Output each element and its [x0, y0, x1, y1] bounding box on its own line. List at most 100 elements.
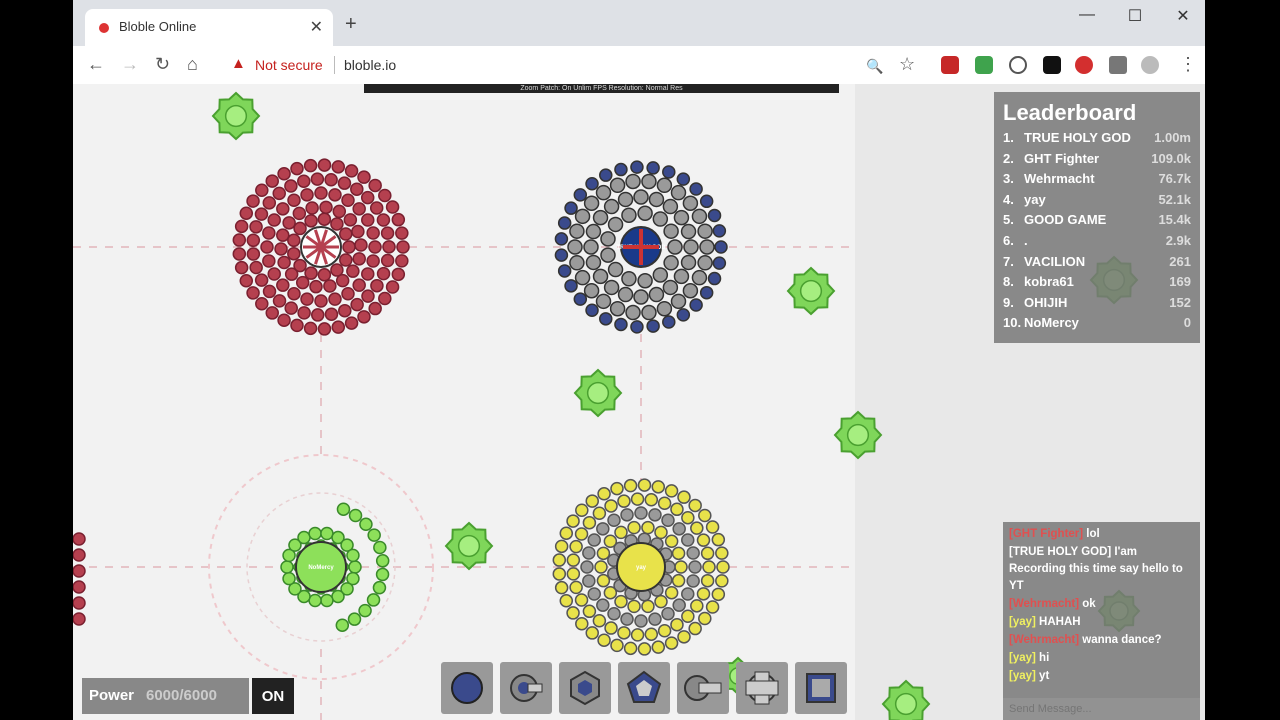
unit [651, 640, 666, 654]
unit [627, 520, 641, 535]
unit [596, 546, 611, 561]
unit [702, 560, 716, 574]
opera-extension-icon[interactable] [1075, 56, 1093, 74]
unit [641, 304, 657, 321]
address-divider [334, 56, 335, 74]
extensions-puzzle-icon[interactable] [1109, 56, 1127, 74]
unit [385, 280, 400, 294]
new-tab-button[interactable]: + [345, 14, 357, 34]
unit [607, 513, 621, 527]
unit [287, 246, 301, 261]
unit-slot-hexagon[interactable] [559, 662, 611, 714]
reload-button[interactable]: ↻ [155, 54, 170, 74]
leaderboard-row: 2. GHT Fighter 109.0k [1003, 151, 1191, 171]
unit [634, 506, 648, 520]
unit [690, 599, 704, 613]
unit [597, 487, 611, 501]
unit [662, 279, 679, 296]
unit [664, 534, 679, 549]
unit [343, 213, 358, 227]
power-label: Power [89, 687, 135, 704]
unit [352, 252, 366, 266]
power-value: 6000/6000 [146, 687, 217, 704]
chat-text: wanna dance? [1079, 634, 1162, 646]
tab-close-icon[interactable]: ✕ [310, 17, 323, 37]
unit [617, 286, 634, 303]
unit [369, 201, 384, 215]
back-button[interactable]: ← [87, 54, 105, 74]
unit [625, 304, 641, 321]
unit [681, 510, 695, 525]
green-extension-icon[interactable] [975, 56, 993, 74]
forward-button[interactable]: → [121, 54, 139, 74]
address-bar[interactable]: ▲ Not secure bloble.io [223, 51, 893, 79]
unit-slot-square[interactable] [795, 662, 847, 714]
unit [599, 168, 613, 182]
chat-input[interactable] [1003, 698, 1200, 720]
unit [378, 188, 392, 203]
unit [277, 167, 291, 181]
unit [641, 599, 655, 614]
unit-slot-turret[interactable] [500, 662, 552, 714]
url-text[interactable]: bloble.io [344, 57, 396, 73]
black-extension-icon[interactable] [1043, 56, 1061, 74]
unit [272, 294, 287, 308]
minimize-button[interactable]: — [1067, 6, 1107, 24]
unit [575, 503, 589, 518]
unit [696, 533, 711, 547]
home-button[interactable]: ⌂ [187, 54, 198, 74]
leaderboard-name: VACILION [1024, 253, 1086, 269]
unit-slot-gun[interactable] [677, 662, 729, 714]
unit [297, 530, 311, 545]
unit [573, 292, 588, 306]
tab-bloble-online[interactable]: Bloble Online ✕ [85, 9, 333, 46]
adblock-extension-icon[interactable] [941, 56, 959, 74]
unit-slot-circle[interactable] [441, 662, 493, 714]
unit [368, 240, 382, 254]
security-label[interactable]: Not secure [255, 57, 323, 73]
unit [324, 307, 339, 321]
chat-sender: [yay] [1009, 616, 1036, 628]
leaderboard-score: 52.1k [1158, 191, 1191, 207]
bloble-favicon-icon [99, 23, 109, 33]
browser-menu-icon[interactable]: ⋮ [1179, 54, 1197, 74]
profile-avatar[interactable] [1141, 56, 1159, 74]
unit [673, 209, 690, 226]
unit [583, 283, 600, 299]
unit [272, 186, 286, 201]
chat-text: yt [1035, 670, 1050, 682]
leaderboard-row: 8. kobra61 169 [1003, 274, 1191, 294]
bookmark-star-icon[interactable]: ☆ [899, 54, 915, 74]
unit [705, 600, 720, 614]
zoom-icon[interactable]: 🔍 [866, 56, 883, 76]
game-canvas[interactable]: GHT Fighter TRUE HOLY GOD NoMercy yay Zoom … [73, 84, 1205, 720]
unit [607, 261, 624, 278]
unit [670, 502, 684, 517]
chat-message: [Wehrmacht] ok [1009, 596, 1197, 613]
unit [686, 574, 700, 588]
leaderboard-name: OHIJIH [1024, 294, 1068, 310]
power-toggle-button[interactable]: ON [252, 678, 294, 714]
maximize-button[interactable]: ☐ [1115, 6, 1155, 26]
unit [262, 196, 277, 210]
unit [662, 315, 676, 329]
leaderboard-name: kobra61 [1024, 274, 1074, 290]
unit-slot-pentagon[interactable] [618, 662, 670, 714]
unit-slot-cross[interactable] [736, 662, 788, 714]
unit [391, 212, 406, 227]
speed-extension-icon[interactable] [1009, 56, 1027, 74]
leaderboard-rank: 2. [1003, 150, 1014, 166]
unit [297, 174, 311, 188]
unit [276, 278, 290, 292]
warning-triangle-icon[interactable]: ▲ [231, 55, 246, 72]
close-window-button[interactable]: ✕ [1163, 6, 1203, 26]
leaderboard-score: 76.7k [1158, 171, 1191, 187]
unit [352, 278, 366, 292]
unit [657, 624, 672, 638]
unit [552, 553, 567, 567]
unit [346, 548, 360, 563]
unit [246, 247, 261, 261]
leaderboard: Leaderboard 1. TRUE HOLY GOD 1.00m 2. GHT Fi… [994, 92, 1200, 343]
unit [382, 240, 396, 254]
unit [303, 321, 318, 336]
